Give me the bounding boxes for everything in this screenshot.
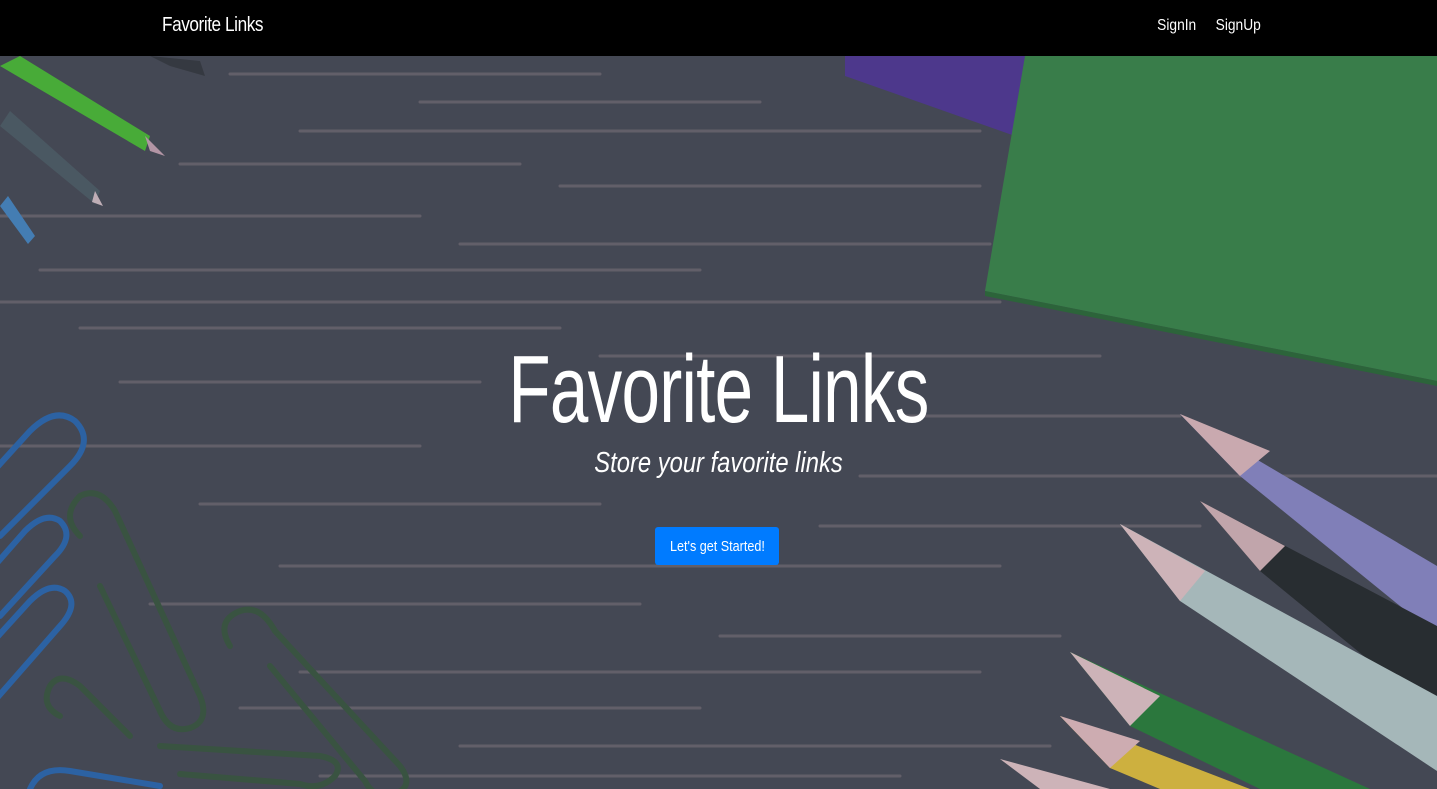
signin-link[interactable]: SignIn bbox=[1157, 17, 1196, 35]
hero-section: Favorite Links Store your favorite links… bbox=[0, 56, 1437, 789]
nav-links: SignIn SignUp bbox=[1154, 17, 1264, 35]
signup-link[interactable]: SignUp bbox=[1215, 17, 1260, 35]
navbar: Favorite Links SignIn SignUp bbox=[0, 0, 1437, 56]
get-started-label: Let's get Started! bbox=[669, 537, 765, 555]
brand-link[interactable]: Favorite Links bbox=[162, 14, 263, 37]
hero-subtitle: Store your favorite links bbox=[594, 447, 843, 479]
hero-content: Favorite Links Store your favorite links… bbox=[0, 56, 1437, 789]
hero-title: Favorite Links bbox=[508, 336, 929, 443]
get-started-button[interactable]: Let's get Started! bbox=[655, 527, 779, 565]
